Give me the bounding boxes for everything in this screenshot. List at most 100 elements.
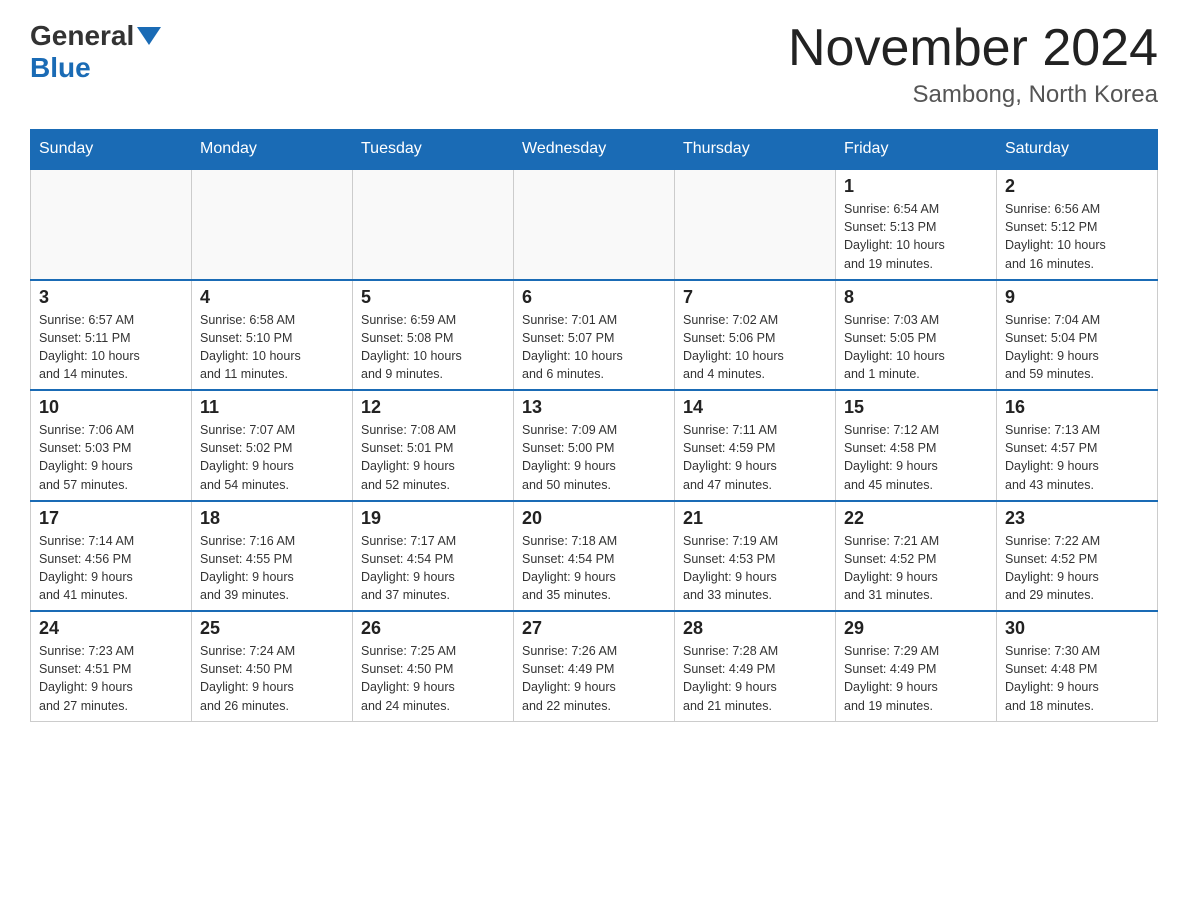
- day-info: Sunrise: 7:29 AM Sunset: 4:49 PM Dayligh…: [844, 642, 988, 715]
- calendar-cell: [353, 169, 514, 280]
- logo-general-text: General: [30, 20, 134, 52]
- day-info: Sunrise: 7:30 AM Sunset: 4:48 PM Dayligh…: [1005, 642, 1149, 715]
- logo-blue-text: Blue: [30, 52, 91, 84]
- day-info: Sunrise: 7:28 AM Sunset: 4:49 PM Dayligh…: [683, 642, 827, 715]
- day-number: 29: [844, 618, 988, 639]
- calendar-cell: 14Sunrise: 7:11 AM Sunset: 4:59 PM Dayli…: [675, 390, 836, 501]
- day-info: Sunrise: 6:54 AM Sunset: 5:13 PM Dayligh…: [844, 200, 988, 273]
- calendar-cell: 22 Sunrise: 7:21 AM Sunset: 4:52 PM Dayli…: [836, 501, 997, 612]
- day-info: Sunrise: 7:01 AM Sunset: 5:07 PM Dayligh…: [522, 311, 666, 384]
- column-header-thursday: Thursday: [675, 130, 836, 170]
- calendar-cell: 13 Sunrise: 7:09 AM Sunset: 5:00 PM Dayli…: [514, 390, 675, 501]
- calendar-cell: 11 Sunrise: 7:07 AM Sunset: 5:02 PM Dayli…: [192, 390, 353, 501]
- week-row-2: 3 Sunrise: 6:57 AM Sunset: 5:11 PM Daylig…: [31, 280, 1158, 391]
- day-number: 3: [39, 287, 183, 308]
- calendar-cell: 18 Sunrise: 7:16 AM Sunset: 4:55 PM Dayli…: [192, 501, 353, 612]
- calendar-cell: 4 Sunrise: 6:58 AM Sunset: 5:10 PM Daylig…: [192, 280, 353, 391]
- day-number: 28: [683, 618, 827, 639]
- calendar-cell: 25 Sunrise: 7:24 AM Sunset: 4:50 PM Dayli…: [192, 611, 353, 721]
- calendar-cell: 7 Sunrise: 7:02 AM Sunset: 5:06 PM Daylig…: [675, 280, 836, 391]
- week-row-1: 1 Sunrise: 6:54 AM Sunset: 5:13 PM Daylig…: [31, 169, 1158, 280]
- title-area: November 2024 Sambong, North Korea: [788, 20, 1158, 109]
- day-number: 6: [522, 287, 666, 308]
- day-info: Sunrise: 7:03 AM Sunset: 5:05 PM Dayligh…: [844, 311, 988, 384]
- logo: General Blue: [30, 20, 161, 84]
- calendar-cell: 24 Sunrise: 7:23 AM Sunset: 4:51 PM Dayli…: [31, 611, 192, 721]
- calendar-cell: 29 Sunrise: 7:29 AM Sunset: 4:49 PM Dayli…: [836, 611, 997, 721]
- day-number: 9: [1005, 287, 1149, 308]
- day-number: 20: [522, 508, 666, 529]
- day-info: Sunrise: 6:58 AM Sunset: 5:10 PM Dayligh…: [200, 311, 344, 384]
- calendar-title: November 2024: [788, 20, 1158, 77]
- header: General Blue November 2024 Sambong, Nort…: [30, 20, 1158, 109]
- day-number: 25: [200, 618, 344, 639]
- day-info: Sunrise: 6:56 AM Sunset: 5:12 PM Dayligh…: [1005, 200, 1149, 273]
- column-header-friday: Friday: [836, 130, 997, 170]
- week-row-5: 24 Sunrise: 7:23 AM Sunset: 4:51 PM Dayli…: [31, 611, 1158, 721]
- calendar-cell: 2 Sunrise: 6:56 AM Sunset: 5:12 PM Daylig…: [997, 169, 1158, 280]
- calendar-cell: 9Sunrise: 7:04 AM Sunset: 5:04 PM Daylig…: [997, 280, 1158, 391]
- day-info: Sunrise: 7:11 AM Sunset: 4:59 PM Dayligh…: [683, 421, 827, 494]
- calendar-cell: 5Sunrise: 6:59 AM Sunset: 5:08 PM Daylig…: [353, 280, 514, 391]
- day-number: 17: [39, 508, 183, 529]
- column-header-wednesday: Wednesday: [514, 130, 675, 170]
- day-info: Sunrise: 6:57 AM Sunset: 5:11 PM Dayligh…: [39, 311, 183, 384]
- header-row: SundayMondayTuesdayWednesdayThursdayFrid…: [31, 130, 1158, 170]
- day-number: 4: [200, 287, 344, 308]
- calendar-cell: [31, 169, 192, 280]
- calendar-cell: 30 Sunrise: 7:30 AM Sunset: 4:48 PM Dayli…: [997, 611, 1158, 721]
- column-header-saturday: Saturday: [997, 130, 1158, 170]
- day-info: Sunrise: 7:22 AM Sunset: 4:52 PM Dayligh…: [1005, 532, 1149, 605]
- calendar-cell: 16 Sunrise: 7:13 AM Sunset: 4:57 PM Dayli…: [997, 390, 1158, 501]
- calendar-cell: 8 Sunrise: 7:03 AM Sunset: 5:05 PM Daylig…: [836, 280, 997, 391]
- calendar-cell: 6 Sunrise: 7:01 AM Sunset: 5:07 PM Daylig…: [514, 280, 675, 391]
- day-number: 16: [1005, 397, 1149, 418]
- day-number: 8: [844, 287, 988, 308]
- day-info: Sunrise: 7:16 AM Sunset: 4:55 PM Dayligh…: [200, 532, 344, 605]
- day-info: Sunrise: 7:25 AM Sunset: 4:50 PM Dayligh…: [361, 642, 505, 715]
- day-number: 10: [39, 397, 183, 418]
- day-info: Sunrise: 7:09 AM Sunset: 5:00 PM Dayligh…: [522, 421, 666, 494]
- day-info: Sunrise: 7:19 AM Sunset: 4:53 PM Dayligh…: [683, 532, 827, 605]
- day-number: 30: [1005, 618, 1149, 639]
- calendar-cell: 21 Sunrise: 7:19 AM Sunset: 4:53 PM Dayli…: [675, 501, 836, 612]
- week-row-4: 17 Sunrise: 7:14 AM Sunset: 4:56 PM Dayli…: [31, 501, 1158, 612]
- day-number: 11: [200, 397, 344, 418]
- calendar-cell: [514, 169, 675, 280]
- calendar-cell: 26 Sunrise: 7:25 AM Sunset: 4:50 PM Dayli…: [353, 611, 514, 721]
- calendar-cell: [192, 169, 353, 280]
- day-number: 18: [200, 508, 344, 529]
- day-info: Sunrise: 7:24 AM Sunset: 4:50 PM Dayligh…: [200, 642, 344, 715]
- calendar-cell: 15Sunrise: 7:12 AM Sunset: 4:58 PM Dayli…: [836, 390, 997, 501]
- day-info: Sunrise: 7:21 AM Sunset: 4:52 PM Dayligh…: [844, 532, 988, 605]
- day-info: Sunrise: 7:06 AM Sunset: 5:03 PM Dayligh…: [39, 421, 183, 494]
- day-number: 21: [683, 508, 827, 529]
- day-number: 12: [361, 397, 505, 418]
- day-number: 26: [361, 618, 505, 639]
- day-info: Sunrise: 7:26 AM Sunset: 4:49 PM Dayligh…: [522, 642, 666, 715]
- calendar-cell: 27 Sunrise: 7:26 AM Sunset: 4:49 PM Dayli…: [514, 611, 675, 721]
- calendar-cell: 1 Sunrise: 6:54 AM Sunset: 5:13 PM Daylig…: [836, 169, 997, 280]
- column-header-sunday: Sunday: [31, 130, 192, 170]
- day-number: 1: [844, 176, 988, 197]
- day-number: 7: [683, 287, 827, 308]
- day-number: 15: [844, 397, 988, 418]
- day-info: Sunrise: 7:17 AM Sunset: 4:54 PM Dayligh…: [361, 532, 505, 605]
- calendar-cell: 17 Sunrise: 7:14 AM Sunset: 4:56 PM Dayli…: [31, 501, 192, 612]
- column-header-tuesday: Tuesday: [353, 130, 514, 170]
- calendar-subtitle: Sambong, North Korea: [788, 81, 1158, 109]
- day-info: Sunrise: 7:02 AM Sunset: 5:06 PM Dayligh…: [683, 311, 827, 384]
- day-number: 24: [39, 618, 183, 639]
- day-info: Sunrise: 7:23 AM Sunset: 4:51 PM Dayligh…: [39, 642, 183, 715]
- day-info: Sunrise: 7:13 AM Sunset: 4:57 PM Dayligh…: [1005, 421, 1149, 494]
- calendar-table: SundayMondayTuesdayWednesdayThursdayFrid…: [30, 129, 1158, 722]
- day-info: Sunrise: 7:14 AM Sunset: 4:56 PM Dayligh…: [39, 532, 183, 605]
- calendar-cell: 12Sunrise: 7:08 AM Sunset: 5:01 PM Dayli…: [353, 390, 514, 501]
- logo-triangle-icon: [137, 27, 161, 45]
- day-number: 22: [844, 508, 988, 529]
- day-info: Sunrise: 7:07 AM Sunset: 5:02 PM Dayligh…: [200, 421, 344, 494]
- day-number: 27: [522, 618, 666, 639]
- day-number: 2: [1005, 176, 1149, 197]
- calendar-cell: 10 Sunrise: 7:06 AM Sunset: 5:03 PM Dayli…: [31, 390, 192, 501]
- day-number: 13: [522, 397, 666, 418]
